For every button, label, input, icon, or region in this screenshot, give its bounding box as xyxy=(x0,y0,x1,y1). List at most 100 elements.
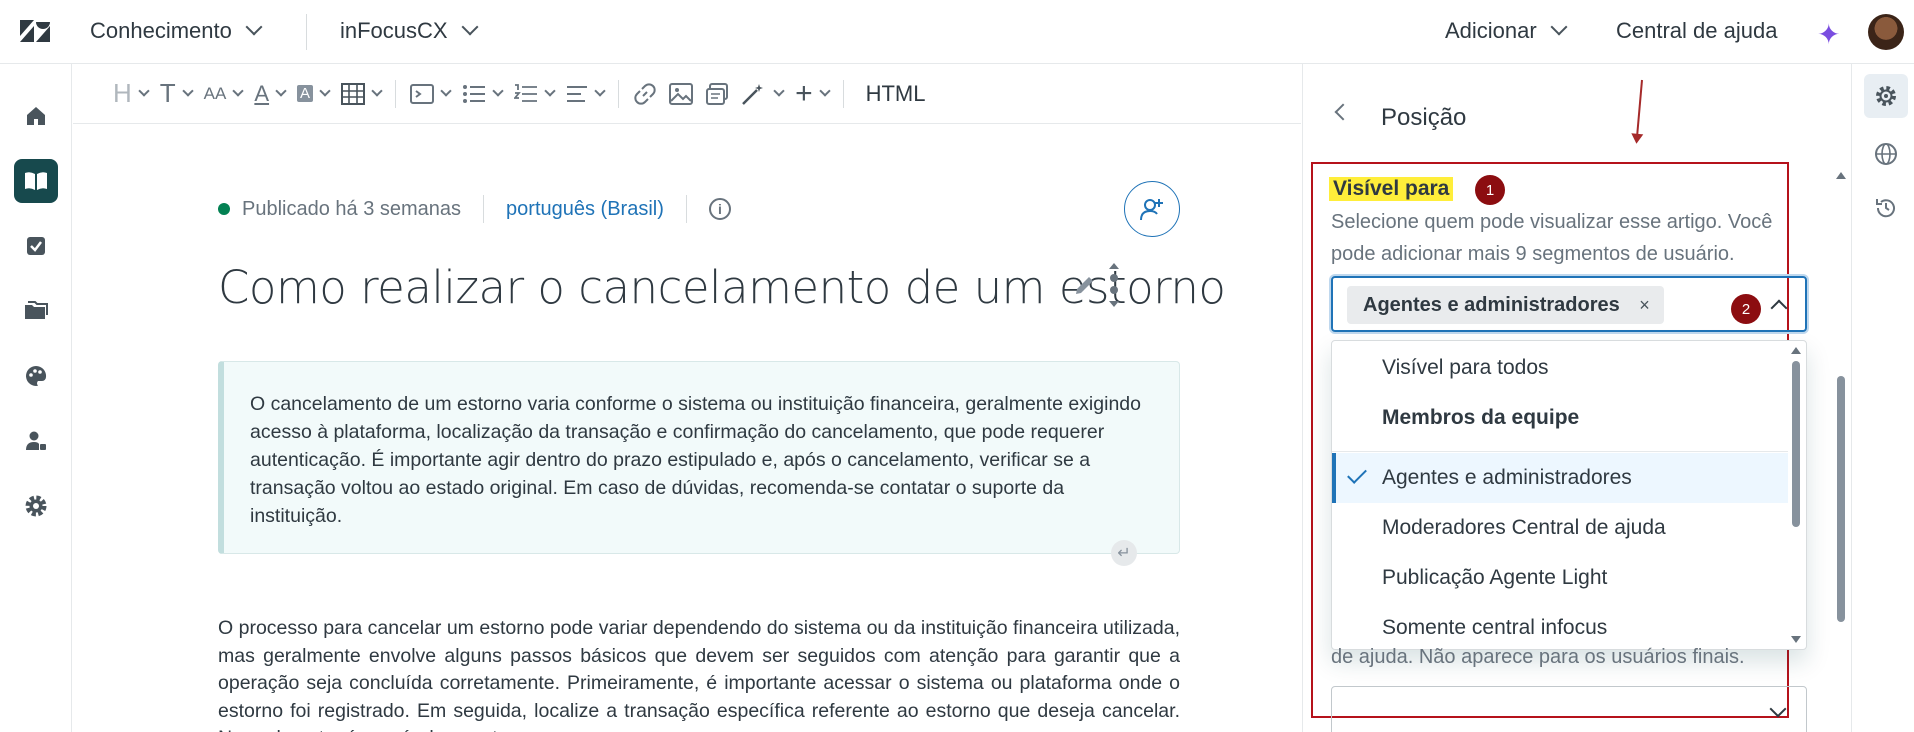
brand-menu-label: inFocusCX xyxy=(340,18,448,43)
heading-button[interactable]: H xyxy=(107,74,154,114)
right-rail xyxy=(1851,64,1914,732)
dropdown-scrollbar[interactable] xyxy=(1791,347,1802,643)
highlight-button[interactable]: A xyxy=(291,74,335,114)
home-icon[interactable] xyxy=(14,94,58,138)
divider xyxy=(306,14,307,50)
secondary-select[interactable] xyxy=(1331,686,1807,732)
text-color-button[interactable]: A xyxy=(248,74,291,114)
content-block-button[interactable] xyxy=(699,74,735,114)
option-infocus-only[interactable]: Somente central infocus xyxy=(1332,603,1788,649)
option-agents-admins-label: Agentes e administradores xyxy=(1382,466,1632,489)
return-icon[interactable]: ↵ xyxy=(1111,540,1137,566)
bullet-list-button[interactable] xyxy=(456,74,508,114)
add-user-icon xyxy=(1140,199,1163,221)
help-center-link[interactable]: Central de ajuda xyxy=(1616,18,1777,44)
knowledge-icon[interactable] xyxy=(14,159,58,203)
option-agent-light-publishing[interactable]: Publicação Agente Light xyxy=(1332,553,1788,603)
scroll-up-icon[interactable] xyxy=(1836,172,1846,179)
settings-icon[interactable] xyxy=(1864,74,1908,118)
bullet-list-icon xyxy=(463,84,486,103)
chevron-up-icon[interactable] xyxy=(1770,299,1788,317)
divider xyxy=(483,195,485,223)
reorder-handle-icon[interactable] xyxy=(1107,261,1121,309)
chevron-down-icon xyxy=(182,85,194,97)
table-button[interactable] xyxy=(335,74,387,114)
table-icon xyxy=(341,82,366,105)
image-button[interactable] xyxy=(663,74,699,114)
chevron-down-icon xyxy=(138,85,150,97)
scrollbar-thumb[interactable] xyxy=(1792,361,1800,527)
title-tools xyxy=(1073,261,1121,309)
folders-icon[interactable] xyxy=(14,289,58,333)
editor-toolbar: H T AA A A + HTML xyxy=(73,64,1301,124)
language-link[interactable]: português (Brasil) xyxy=(506,198,664,221)
published-status: Publicado há 3 semanas xyxy=(242,197,462,220)
option-visible-to-all[interactable]: Visível para todos xyxy=(1332,343,1788,393)
option-team-members[interactable]: Membros da equipe xyxy=(1332,393,1788,443)
font-size-icon: AA xyxy=(203,83,227,103)
link-button[interactable] xyxy=(627,74,663,114)
history-icon[interactable] xyxy=(1864,186,1908,230)
help-center-label: Central de ajuda xyxy=(1616,18,1778,43)
numbered-list-icon xyxy=(514,83,538,102)
link-icon xyxy=(634,82,656,105)
visibility-select[interactable]: Agentes e administradores × 2 xyxy=(1331,276,1807,332)
themes-icon[interactable] xyxy=(14,354,58,398)
chevron-down-icon xyxy=(440,85,452,97)
code-block-button[interactable] xyxy=(404,74,456,114)
divider xyxy=(395,79,397,108)
settings-icon[interactable] xyxy=(14,484,58,528)
tasks-icon[interactable] xyxy=(14,224,58,268)
globe-icon[interactable] xyxy=(1864,132,1908,176)
help-text: de ajuda. Não aparece para os usuários f… xyxy=(1331,646,1745,668)
info-icon[interactable]: i xyxy=(708,198,731,220)
align-left-icon xyxy=(567,85,588,102)
avatar[interactable] xyxy=(1868,14,1904,50)
panel-scrollbar[interactable] xyxy=(1836,172,1846,692)
chevron-down-icon xyxy=(492,85,504,97)
text-style-button[interactable]: T xyxy=(154,74,198,114)
ai-sparkle-icon[interactable]: ✦ xyxy=(1817,18,1840,51)
article-editor: Publicado há 3 semanas português (Brasil… xyxy=(73,125,1301,732)
top-bar: Conhecimento inFocusCX Adicionar Central… xyxy=(0,0,1914,64)
insert-button[interactable]: + xyxy=(789,74,835,114)
chevron-down-icon xyxy=(245,18,263,36)
article-summary[interactable]: O cancelamento de um estorno varia confo… xyxy=(218,361,1180,554)
option-help-center-moderators[interactable]: Moderadores Central de ajuda xyxy=(1332,503,1788,553)
published-status-dot xyxy=(218,203,230,215)
ai-tools-button[interactable] xyxy=(735,74,789,114)
annotation-badge-1: 1 xyxy=(1475,175,1505,205)
product-menu[interactable]: Conhecimento xyxy=(90,18,263,44)
brand-menu[interactable]: inFocusCX xyxy=(340,18,479,44)
plus-icon: + xyxy=(795,76,813,110)
scrollbar-thumb[interactable] xyxy=(1837,376,1845,622)
html-view-button[interactable]: HTML xyxy=(852,81,926,107)
add-collaborator-button[interactable] xyxy=(1124,181,1180,237)
scroll-down-icon[interactable] xyxy=(1791,636,1801,643)
heading-icon: H xyxy=(113,78,132,108)
add-menu[interactable]: Adicionar xyxy=(1445,18,1568,44)
user-permissions-icon[interactable] xyxy=(14,419,58,463)
visibility-dropdown: Visível para todos Membros da equipe Age… xyxy=(1331,340,1807,650)
font-size-button[interactable]: AA xyxy=(198,74,249,114)
selected-segment-tag[interactable]: Agentes e administradores × xyxy=(1347,286,1664,324)
remove-tag-icon[interactable]: × xyxy=(1639,286,1650,324)
divider xyxy=(685,195,687,223)
annotation-arrow xyxy=(1635,79,1643,138)
numbered-list-button[interactable] xyxy=(508,74,560,114)
align-button[interactable] xyxy=(560,74,610,114)
divider xyxy=(1332,451,1788,452)
scroll-up-icon[interactable] xyxy=(1791,347,1801,354)
option-agents-admins[interactable]: Agentes e administradores xyxy=(1332,453,1788,503)
content-block-icon xyxy=(706,82,729,105)
back-chevron-icon[interactable] xyxy=(1334,103,1352,121)
chevron-down-icon xyxy=(371,85,383,97)
image-icon xyxy=(669,82,694,105)
text-color-icon: A xyxy=(254,80,270,106)
article-body[interactable]: O processo para cancelar um estorno pode… xyxy=(218,615,1180,732)
visibility-hint: Selecione quem pode visualizar esse arti… xyxy=(1331,211,1773,265)
zendesk-logo-icon[interactable] xyxy=(20,20,50,44)
chevron-down-icon xyxy=(1550,18,1568,36)
pencil-icon[interactable] xyxy=(1073,273,1097,297)
left-nav xyxy=(0,64,72,732)
